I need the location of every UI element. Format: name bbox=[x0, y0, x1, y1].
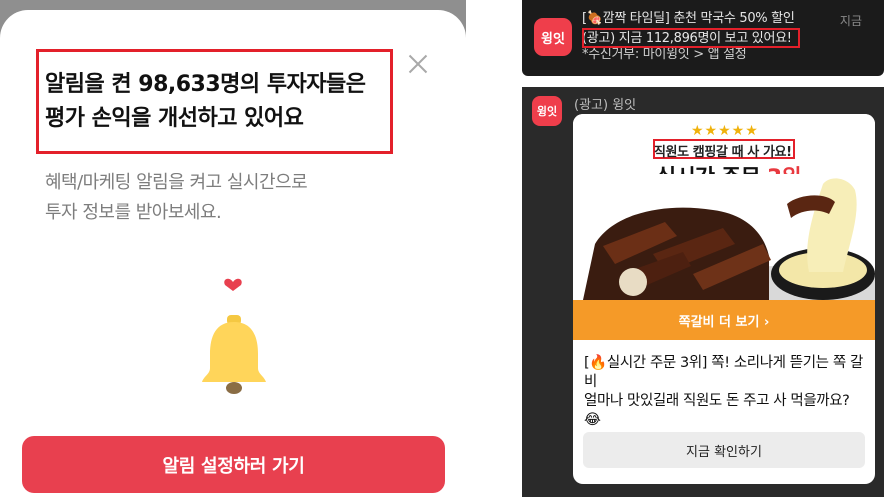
rating-stars: ★★★★★ bbox=[691, 123, 759, 139]
food-image bbox=[573, 174, 875, 300]
headline-line-2: 평가 손익을 개선하고 있어요 bbox=[45, 106, 304, 131]
push-highlight-box bbox=[582, 28, 800, 48]
popup-headline: 알림을 켠 98,633명의 투자자들은 평가 손익을 개선하고 있어요 bbox=[45, 68, 390, 136]
body-line-1: [🔥실시간 주문 3위] 쪽! 소리나게 뜯기는 쪽 갈비 bbox=[584, 355, 863, 390]
subtext-line-2: 투자 정보를 받아보세요. bbox=[45, 202, 222, 223]
subtext-line-1: 혜택/마케팅 알림을 켜고 실시간으로 bbox=[45, 172, 308, 193]
rich-notification: 윙잇 (광고) 윙잇 ★★★★★ 직원도 캠핑갈 때 사 가요! 실시간 주문 … bbox=[522, 87, 884, 497]
app-icon: 윙잇 bbox=[532, 96, 562, 126]
headline-line-1: 알림을 켠 98,633명의 투자자들은 bbox=[45, 72, 366, 97]
notification-card: ★★★★★ 직원도 캠핑갈 때 사 가요! 실시간 주문 3위 쪽갈비 더 보기… bbox=[573, 114, 875, 484]
banner-subtitle: 직원도 캠핑갈 때 사 가요! bbox=[654, 145, 792, 160]
push-optout-line: *수신거부: 마이윙잇 > 앱 설정 bbox=[582, 47, 747, 62]
body-line-2: 얼마나 맛있길래 직원도 돈 주고 사 먹을까요? 😂 bbox=[584, 393, 850, 428]
push-title: [🍖깜짝 타임딜] 춘천 막국수 50% 할인 bbox=[582, 11, 795, 26]
go-to-notification-settings-button[interactable]: 알림 설정하러 가기 bbox=[22, 436, 445, 493]
bell-icon bbox=[196, 270, 276, 400]
close-icon[interactable] bbox=[404, 50, 432, 78]
push-time: 지금 bbox=[839, 14, 862, 28]
notification-sender: (광고) 윙잇 bbox=[574, 98, 637, 113]
popup-subtext: 혜택/마케팅 알림을 켜고 실시간으로 투자 정보를 받아보세요. bbox=[45, 168, 375, 228]
see-more-ribs-button[interactable]: 쪽갈비 더 보기 › bbox=[573, 300, 875, 340]
notification-body: [🔥실시간 주문 3위] 쪽! 소리나게 뜯기는 쪽 갈비 얼마나 맛있길래 직… bbox=[584, 354, 868, 430]
promo-banner[interactable]: ★★★★★ 직원도 캠핑갈 때 사 가요! 실시간 주문 3위 bbox=[573, 114, 875, 300]
heart-icon bbox=[224, 278, 242, 291]
check-now-button[interactable]: 지금 확인하기 bbox=[583, 432, 865, 468]
app-icon: 윙잇 bbox=[534, 18, 572, 56]
